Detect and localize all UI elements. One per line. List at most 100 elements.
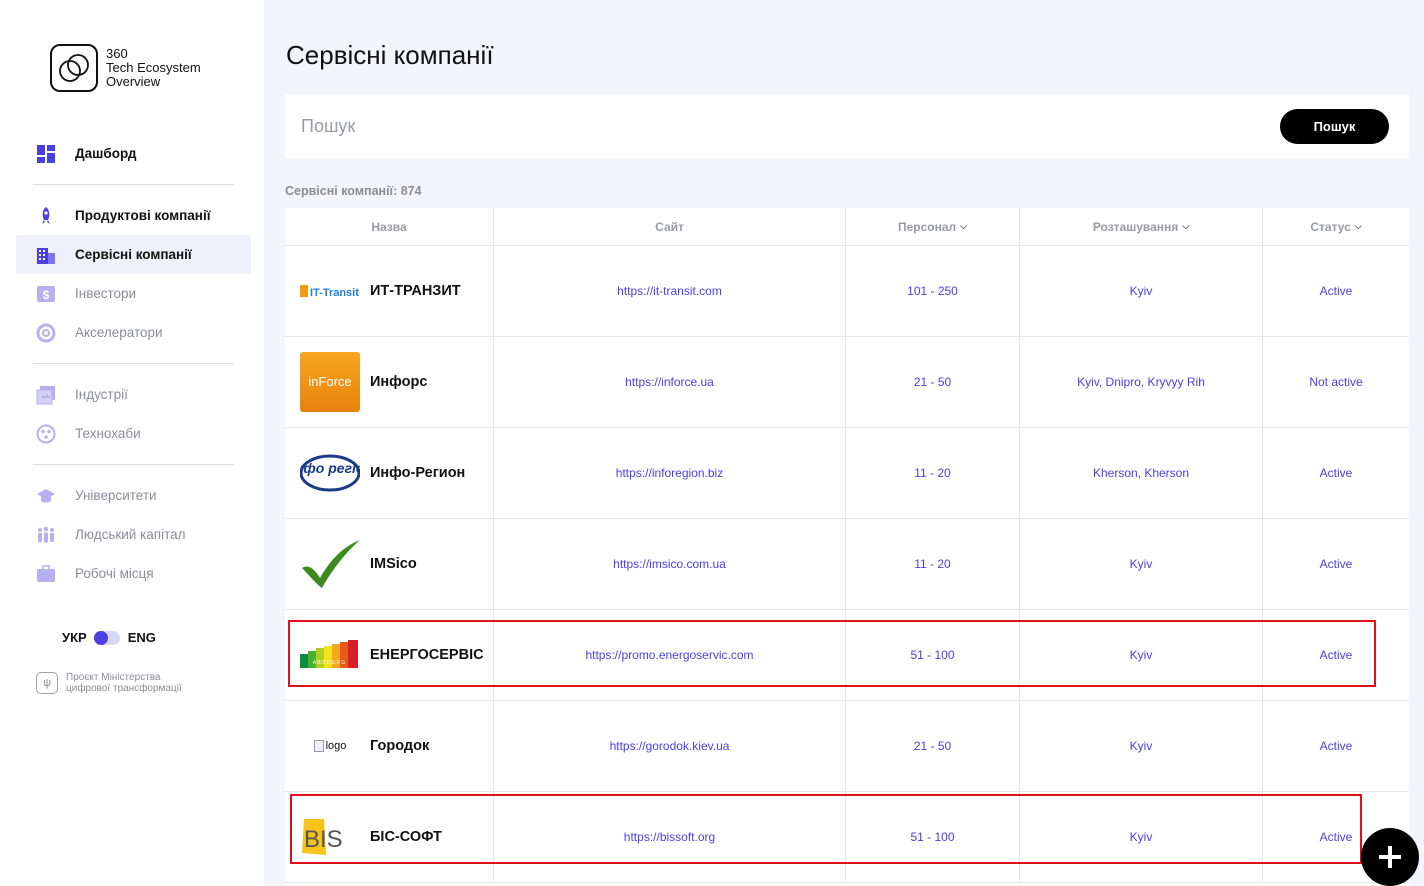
companies-table: Назва Сайт Персонал ⌵ Розташування ⌵ Стату…: [285, 208, 1409, 886]
brand-line-1: 360: [106, 46, 128, 61]
sidebar-item-product-companies[interactable]: Продуктові компанії: [16, 196, 251, 235]
table-row[interactable]: inForce Инфорс https://inforce.ua 21 - 5…: [285, 337, 1409, 428]
dollar-icon: $: [36, 284, 56, 304]
logo-rings-icon: [50, 44, 98, 92]
logo-text: BIS: [304, 826, 343, 853]
brand-line-2: Tech Ecosystem: [106, 60, 201, 75]
table-row[interactable]: A B C D E F G ЕНЕРГОСЕРВІС https://promo…: [285, 610, 1409, 701]
company-location: Kyiv: [1020, 246, 1263, 336]
chevron-down-icon: ⌵: [960, 221, 967, 231]
company-status: Active: [1319, 466, 1353, 480]
company-status: Active: [1319, 557, 1353, 571]
sidebar-item-jobs[interactable]: Робочі місця: [16, 554, 251, 593]
sidebar-item-label: Робочі місця: [75, 566, 154, 581]
logo-text: IT-Transit: [310, 287, 359, 299]
table-row[interactable]: IMSico https://imsico.com.ua 11 - 20 Kyi…: [285, 519, 1409, 610]
company-site-link[interactable]: https://inforce.ua: [625, 375, 714, 389]
toggle-knob: [93, 630, 108, 645]
company-status: Not active: [1309, 375, 1363, 389]
ministry-credit[interactable]: ψ Проєкт Міністерства цифрової трансформ…: [36, 672, 182, 694]
lifebuoy-icon: [36, 323, 56, 343]
table-row[interactable]: інфо регіон Инфо-Регион https://inforegi…: [285, 428, 1409, 519]
sidebar-item-label: Індустрії: [75, 387, 128, 402]
company-staff: 21 - 50: [846, 337, 1020, 427]
people-icon: [36, 525, 56, 545]
column-header-name: Назва: [285, 208, 494, 245]
hub-icon: [36, 424, 56, 444]
company-logo: inForce: [300, 352, 360, 412]
search-button[interactable]: Пошук: [1280, 109, 1389, 144]
sidebar-item-investors[interactable]: $ Інвестори: [16, 274, 251, 313]
company-logo: [300, 534, 360, 594]
sidebar: 360 Tech Ecosystem Overview Дашборд Прод…: [0, 0, 264, 886]
add-button[interactable]: [1361, 828, 1419, 886]
company-site-link[interactable]: https://it-transit.com: [617, 284, 722, 298]
chevron-down-icon: ⌵: [1354, 221, 1362, 231]
building-icon: [36, 245, 56, 265]
company-site-link[interactable]: https://bissoft.org: [624, 830, 715, 844]
company-status: Active: [1319, 648, 1353, 662]
column-header-label: Розташування: [1092, 219, 1179, 234]
column-header-label: Сайт: [655, 219, 684, 234]
sidebar-item-accelerators[interactable]: Акселератори: [16, 313, 251, 352]
column-header-status[interactable]: Статус ⌵: [1263, 208, 1409, 245]
company-name[interactable]: Инфорс: [370, 374, 427, 390]
lang-eng-label[interactable]: ENG: [128, 630, 156, 645]
sidebar-item-label: Продуктові компанії: [75, 208, 211, 223]
search-bar: Пошук: [285, 94, 1409, 158]
company-name[interactable]: БІС-СОФТ: [370, 829, 442, 845]
gallery-icon: [36, 385, 56, 405]
company-site-link[interactable]: https://imsico.com.ua: [613, 557, 726, 571]
company-name[interactable]: ЕНЕРГОСЕРВІС: [370, 647, 484, 663]
company-location: Kyiv: [1020, 519, 1263, 609]
company-name[interactable]: ИТ-ТРАНЗИТ: [370, 283, 461, 299]
ministry-line-2: цифрової трансформації: [66, 683, 182, 694]
sidebar-item-universities[interactable]: Університети: [16, 476, 251, 515]
table-row[interactable]: BIS БІС-СОФТ https://bissoft.org 51 - 10…: [285, 792, 1409, 883]
language-toggle[interactable]: [93, 630, 120, 645]
company-location: Kyiv: [1020, 610, 1263, 700]
trident-icon: ψ: [36, 672, 58, 694]
company-logo: A B C D E F G: [300, 625, 360, 685]
company-status: Active: [1319, 284, 1353, 298]
lang-ukr-label[interactable]: УКР: [62, 630, 87, 645]
logo-text: A B C D E F G: [313, 660, 345, 666]
sidebar-item-industries[interactable]: Індустрії: [16, 375, 251, 414]
column-header-location[interactable]: Розташування ⌵: [1020, 208, 1263, 245]
sidebar-item-label: Сервісні компанії: [75, 247, 192, 262]
company-logo: BIS: [300, 807, 360, 867]
sidebar-item-service-companies[interactable]: Сервісні компанії: [16, 235, 251, 274]
sidebar-item-label: Інвестори: [75, 286, 137, 301]
company-name[interactable]: IMSico: [370, 556, 417, 572]
column-header-label: Назва: [371, 219, 407, 234]
search-input[interactable]: [301, 110, 1241, 142]
broken-image-icon: [313, 740, 324, 752]
company-name[interactable]: Инфо-Регион: [370, 465, 465, 481]
company-logo: IT-Transit: [300, 261, 360, 321]
company-location: Kyiv, Dnipro, Kryvyy Rih: [1020, 337, 1263, 427]
logo-text: інфо регіон: [300, 460, 360, 476]
table-row[interactable]: IT-Transit ИТ-ТРАНЗИТ https://it-transit…: [285, 246, 1409, 337]
company-status: Active: [1319, 739, 1353, 753]
sidebar-item-label: Технохаби: [75, 426, 141, 441]
sidebar-item-dashboard[interactable]: Дашборд: [16, 134, 251, 173]
company-staff: 51 - 100: [846, 610, 1020, 700]
column-header-label: Статус: [1310, 219, 1351, 234]
dashboard-icon: [36, 144, 56, 164]
sidebar-item-label: Університети: [75, 488, 157, 503]
company-staff: 51 - 100: [846, 792, 1020, 882]
company-site-link[interactable]: https://promo.energoservic.com: [585, 648, 753, 662]
company-site-link[interactable]: https://inforegion.biz: [616, 466, 723, 480]
sidebar-item-techhubs[interactable]: Технохаби: [16, 414, 251, 453]
company-staff: 11 - 20: [846, 428, 1020, 518]
table-row[interactable]: logo Городок https://gorodok.kiev.ua 21 …: [285, 701, 1409, 792]
logo-text: inForce: [308, 374, 351, 389]
company-staff: 11 - 20: [846, 519, 1020, 609]
company-staff: 101 - 250: [846, 246, 1020, 336]
company-name[interactable]: Городок: [370, 738, 429, 754]
company-location: Kyiv: [1020, 701, 1263, 791]
column-header-staff[interactable]: Персонал ⌵: [846, 208, 1020, 245]
brand-logo[interactable]: 360 Tech Ecosystem Overview: [50, 44, 201, 92]
sidebar-item-human-capital[interactable]: Людський капітал: [16, 515, 251, 554]
company-site-link[interactable]: https://gorodok.kiev.ua: [610, 739, 730, 753]
